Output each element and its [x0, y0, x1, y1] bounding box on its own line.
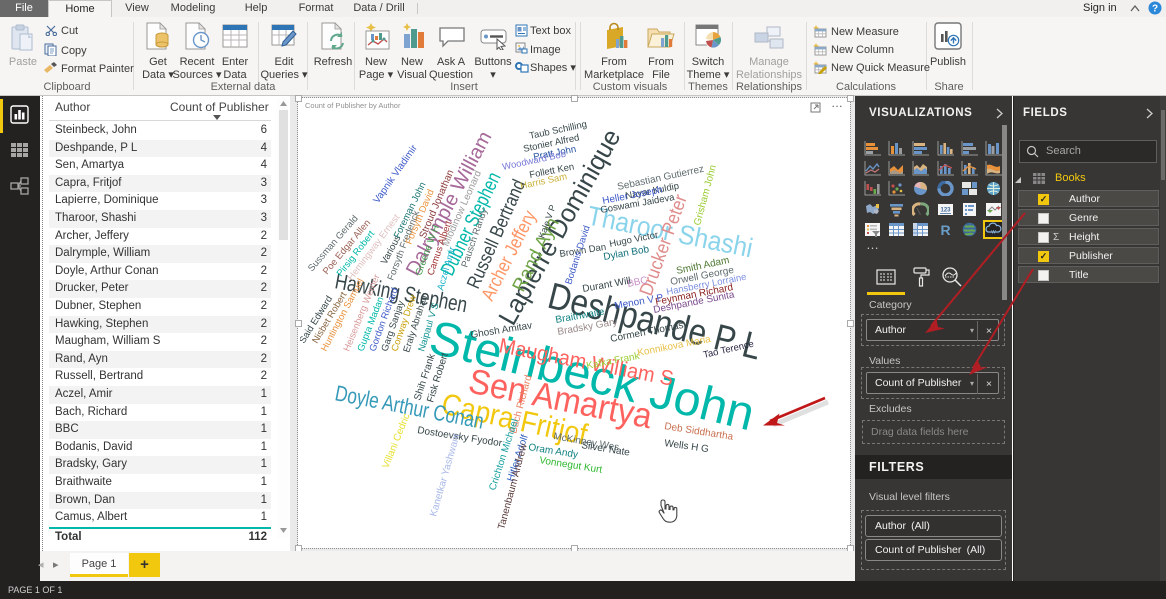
- svg-text:Kanetkar Yashwant: Kanetkar Yashwant: [428, 432, 462, 518]
- svg-text:Villani Cedric: Villani Cedric: [381, 412, 413, 470]
- svg-text:?: ?: [1152, 4, 1158, 15]
- svg-text:w: w: [990, 230, 996, 236]
- svg-text:Doyle Arthur Conan: Doyle Arthur Conan: [333, 380, 486, 433]
- svg-text:Wells H G: Wells H G: [664, 438, 710, 455]
- svg-text:R: R: [940, 222, 950, 237]
- svg-text:Silver Nate: Silver Nate: [581, 440, 631, 459]
- svg-text:123: 123: [940, 208, 951, 214]
